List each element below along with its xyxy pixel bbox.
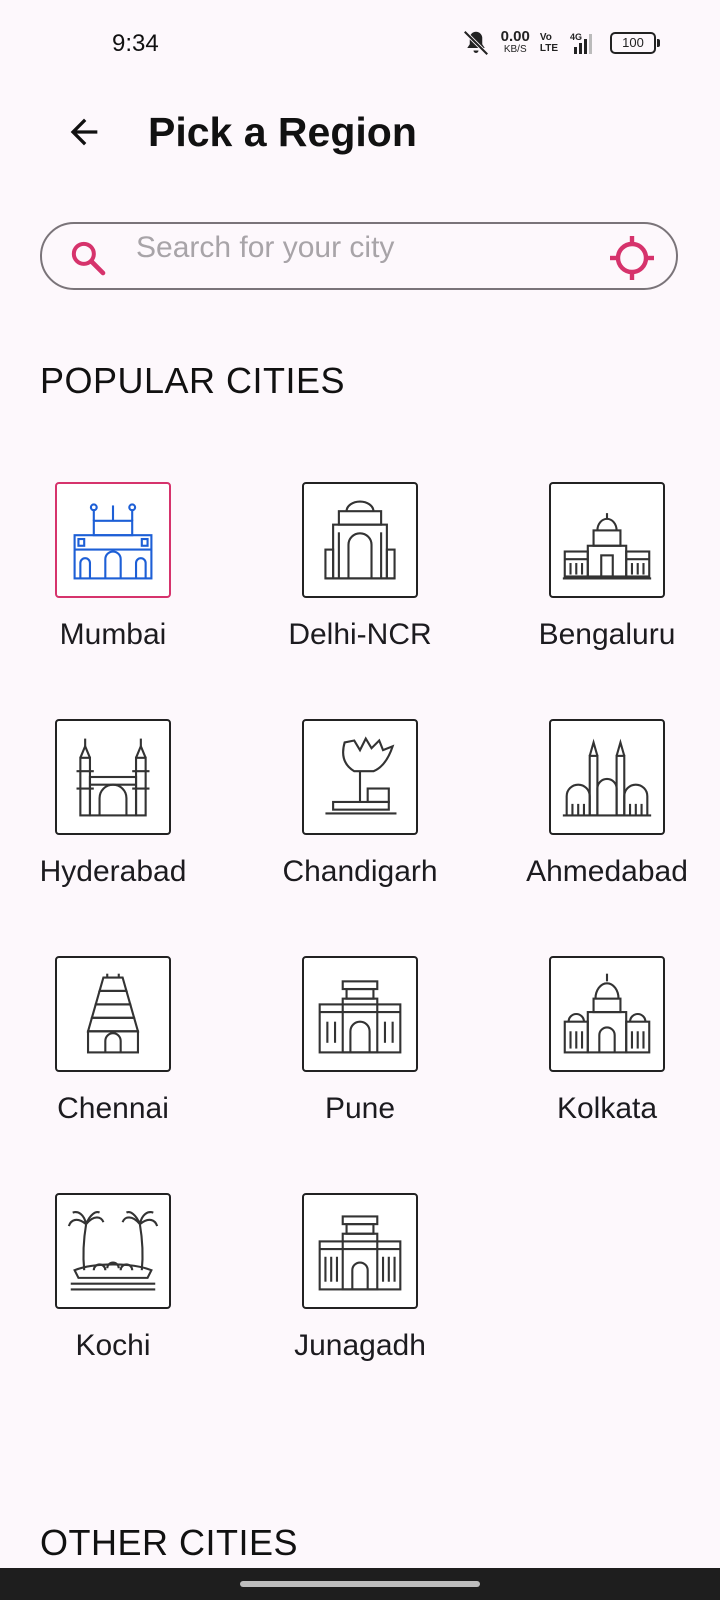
vidhana-soudha-icon (562, 513, 652, 580)
city-icon-frame (55, 719, 171, 835)
mute-icon (463, 30, 489, 56)
city-icon-frame (55, 1193, 171, 1309)
city-tile-chandigarh[interactable]: Chandigarh (250, 719, 470, 919)
popular-cities-title: POPULAR CITIES (40, 360, 346, 401)
city-icon-frame (55, 482, 171, 598)
home-gesture-handle[interactable] (240, 1581, 480, 1587)
city-label: Junagadh (294, 1329, 426, 1362)
arrow-left-icon (70, 118, 98, 146)
locate-icon[interactable] (608, 234, 656, 282)
volte-top: Vo (539, 32, 552, 43)
temple-gopuram-icon (86, 973, 140, 1054)
system-nav-bar (0, 1568, 720, 1600)
palm-trees-icon (67, 1211, 159, 1291)
net-speed-value: 0.00 (500, 28, 530, 45)
page-title: Pick a Region (148, 109, 417, 155)
india-gate-icon (324, 500, 396, 580)
fort-gate-icon (318, 1215, 402, 1291)
city-tile-junagadh[interactable]: Junagadh (250, 1193, 470, 1393)
city-icon-frame (55, 956, 171, 1072)
city-icon-frame (302, 719, 418, 835)
volte-bottom: LTE (539, 43, 558, 54)
status-icons: 0.00 KB/S Vo LTE 4G 100 (461, 28, 660, 58)
city-icon-frame (302, 956, 418, 1072)
other-cities-title: OTHER CITIES (40, 1522, 299, 1563)
volte-indicator: Vo LTE (540, 32, 558, 54)
status-time: 9:34 (112, 30, 159, 57)
city-icon-frame (302, 1193, 418, 1309)
city-label: Ahmedabad (526, 855, 688, 888)
city-label: Bengaluru (538, 618, 676, 651)
city-icon-frame (549, 956, 665, 1072)
signal-icon: 4G (570, 32, 592, 54)
charminar-icon (76, 738, 150, 817)
search-box[interactable] (40, 222, 678, 290)
city-tile-ahmedabad[interactable]: Ahmedabad (497, 719, 717, 919)
city-tile-hyderabad[interactable]: Hyderabad (3, 719, 223, 919)
city-label: Mumbai (59, 618, 167, 651)
net-speed: 0.00 KB/S (500, 28, 530, 56)
open-hand-monument-icon (325, 736, 397, 815)
victoria-memorial-icon (563, 973, 651, 1054)
search-icon (71, 241, 106, 276)
city-tile-chennai[interactable]: Chennai (3, 956, 223, 1156)
city-icon-frame (302, 482, 418, 598)
city-icon-frame (549, 482, 665, 598)
network-type: 4G (570, 32, 582, 42)
city-label: Chandigarh (282, 855, 438, 888)
city-tile-pune[interactable]: Pune (250, 956, 470, 1156)
back-button[interactable] (56, 104, 112, 160)
battery-icon: 100 (610, 32, 660, 54)
city-label: Hyderabad (39, 855, 187, 888)
mosque-icon (562, 738, 652, 817)
city-label: Kochi (75, 1329, 151, 1362)
net-speed-unit: KB/S (503, 44, 527, 55)
city-label: Chennai (57, 1092, 169, 1125)
city-label: Delhi-NCR (288, 618, 432, 651)
search-input[interactable] (136, 228, 606, 268)
shaniwar-wada-icon (318, 980, 402, 1054)
city-tile-bengaluru[interactable]: Bengaluru (497, 482, 717, 682)
city-tile-delhi-ncr[interactable]: Delhi-NCR (250, 482, 470, 682)
city-icon-frame (549, 719, 665, 835)
gateway-of-india-icon (73, 503, 153, 580)
city-tile-mumbai[interactable]: Mumbai (3, 482, 223, 682)
status-bar: 9:34 0.00 KB/S Vo LTE 4G 100 (0, 0, 720, 90)
city-label: Pune (324, 1092, 396, 1125)
city-label: Kolkata (556, 1092, 658, 1125)
city-tile-kolkata[interactable]: Kolkata (497, 956, 717, 1156)
city-tile-kochi[interactable]: Kochi (3, 1193, 223, 1393)
